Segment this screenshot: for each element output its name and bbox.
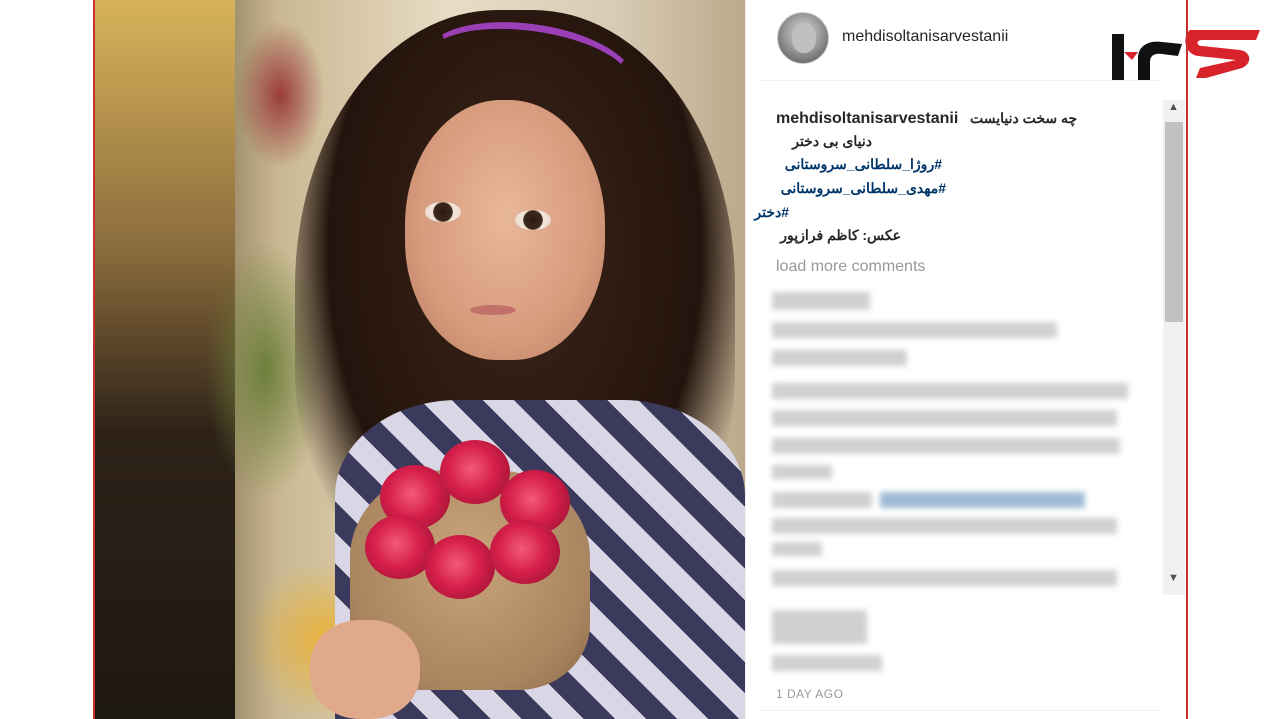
censored-comment-text (772, 465, 832, 479)
photo-credit: عکس: کاظم فرازپور (780, 227, 901, 243)
avatar-face (792, 23, 816, 53)
censored-comment-text (772, 410, 1117, 426)
photo-eye-left (425, 202, 461, 222)
caption-line: چه سخت دنیایست (970, 110, 1078, 126)
photo-rose (425, 535, 495, 599)
load-more-comments-link[interactable]: load more comments (776, 258, 925, 276)
photo-bokeh-red (235, 20, 325, 170)
censored-comment-username (772, 292, 870, 310)
post-timestamp: 1 DAY AGO (776, 687, 844, 701)
censored-comment-text (772, 438, 1120, 454)
profile-avatar[interactable] (777, 12, 829, 64)
censored-comment-text (772, 383, 1128, 399)
scrollbar-thumb[interactable] (1165, 122, 1183, 322)
footer-divider (760, 710, 1160, 711)
logo-bar-icon (1112, 34, 1124, 80)
censored-comment-username (772, 492, 872, 508)
post-photo[interactable] (95, 0, 745, 719)
photo-rose (440, 440, 510, 504)
caption-line: دنیای بی دختر (792, 133, 872, 149)
header-divider (760, 80, 1160, 81)
censored-comment-text (772, 570, 1117, 586)
hashtag-link[interactable]: #دختر (754, 204, 789, 221)
logo-red-mark-icon (1124, 52, 1138, 60)
censored-likes (772, 610, 867, 644)
caption-username[interactable]: mehdisoltanisarvestanii (776, 110, 958, 128)
censored-comment-link (880, 492, 1085, 508)
photo-hand (310, 620, 420, 719)
photo-girl-face (405, 100, 605, 360)
hashtag-link[interactable]: #مهدی_سلطانی_سروستانی (781, 180, 946, 197)
photo-eye-right (515, 210, 551, 230)
censored-comment-text (772, 518, 1117, 534)
censored-comment-text (772, 322, 1057, 338)
censored-comment-text (772, 542, 822, 556)
censored-likes-count (772, 655, 882, 671)
frame-border-right (1186, 0, 1188, 719)
photo-mouth (470, 305, 516, 315)
screenshot-stage: mehdisoltanisarvestanii mehdisoltanisarv… (0, 0, 1280, 719)
logo-curve-icon (1138, 41, 1182, 80)
logo-swoosh-icon (1185, 30, 1260, 78)
scroll-down-arrow-icon[interactable]: ▼ (1168, 572, 1179, 584)
post-username[interactable]: mehdisoltanisarvestanii (842, 28, 1008, 46)
scroll-up-arrow-icon[interactable]: ▲ (1168, 101, 1179, 113)
censored-comment-text (772, 350, 907, 366)
photo-rose (490, 520, 560, 584)
hashtag-link[interactable]: #روژا_سلطانی_سروستانی (785, 156, 942, 173)
